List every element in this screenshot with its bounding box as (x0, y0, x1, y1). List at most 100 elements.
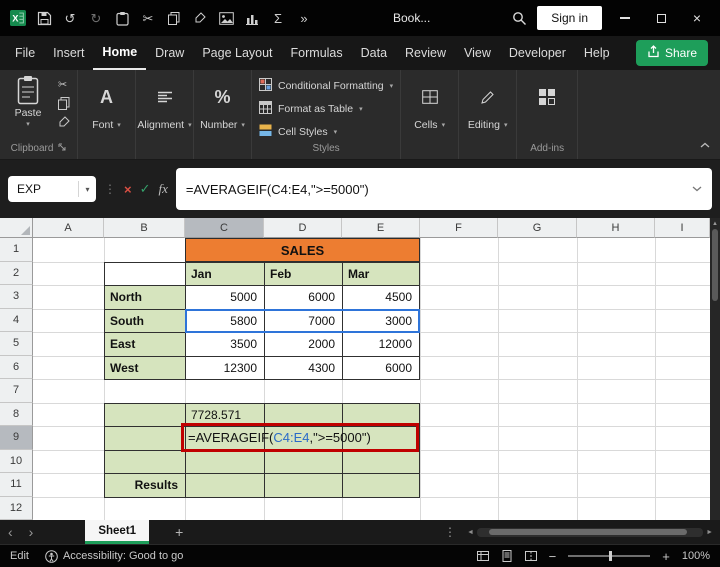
cell-B3[interactable]: North (104, 285, 185, 309)
cell-D5[interactable]: 2000 (264, 332, 342, 356)
formula-input[interactable]: =AVERAGEIF(C4:E4,">=5000") (176, 168, 712, 210)
font-group-button[interactable]: A Font▾ (78, 70, 136, 159)
column-header-d[interactable]: D (264, 218, 342, 238)
cell-E11[interactable] (342, 473, 419, 497)
name-box[interactable]: EXP ▾ (8, 176, 96, 202)
next-sheet-button[interactable]: › (21, 520, 42, 544)
column-header-a[interactable]: A (33, 218, 104, 238)
add-sheet-button[interactable]: + (163, 520, 195, 544)
more-commands-icon[interactable]: » (296, 9, 312, 27)
cell-C5[interactable]: 3500 (185, 332, 264, 356)
format-painter-icon[interactable] (192, 9, 208, 27)
column-header-g[interactable]: G (498, 218, 577, 238)
menu-review[interactable]: Review (396, 36, 455, 70)
row-header-9[interactable]: 9 (0, 426, 33, 450)
horizontal-scrollbar-track[interactable] (477, 528, 703, 537)
sign-in-button[interactable]: Sign in (537, 6, 602, 30)
menu-help[interactable]: Help (575, 36, 619, 70)
copy-icon[interactable] (166, 9, 182, 27)
horizontal-scrollbar[interactable]: ◄ ► (464, 520, 720, 544)
row-header-11[interactable]: 11 (0, 473, 33, 497)
column-header-f[interactable]: F (420, 218, 498, 238)
column-header-b[interactable]: B (104, 218, 185, 238)
cell-B8[interactable] (104, 403, 185, 427)
cell-C10[interactable] (185, 450, 264, 474)
enter-button[interactable]: ✓ (140, 181, 151, 197)
menu-file[interactable]: File (6, 36, 44, 70)
cell-C3[interactable]: 5000 (185, 285, 264, 309)
accessibility-status[interactable]: Accessibility: Good to go (63, 550, 183, 562)
chart-icon[interactable] (244, 9, 260, 27)
page-layout-view-button[interactable] (501, 550, 513, 562)
formula-bar-expand-icon[interactable] (692, 186, 702, 192)
cell-C11[interactable] (185, 473, 264, 497)
undo-icon[interactable]: ↺ (62, 9, 78, 27)
addins-button[interactable] (538, 79, 556, 115)
cell-E3[interactable]: 4500 (342, 285, 419, 309)
cell-C6[interactable]: 12300 (185, 356, 264, 380)
normal-view-button[interactable] (477, 550, 489, 562)
row-header-8[interactable]: 8 (0, 403, 33, 427)
cell-B11[interactable]: Results (104, 473, 185, 497)
cell-B2[interactable] (104, 262, 185, 286)
maximize-button[interactable] (648, 5, 674, 31)
zoom-level[interactable]: 100% (682, 550, 710, 562)
sheet-tab-sheet1[interactable]: Sheet1 (85, 520, 149, 544)
menu-page-layout[interactable]: Page Layout (193, 36, 281, 70)
menu-view[interactable]: View (455, 36, 500, 70)
picture-icon[interactable] (218, 9, 234, 27)
scroll-right-icon[interactable]: ► (703, 529, 716, 536)
row-header-10[interactable]: 10 (0, 450, 33, 474)
cells-group-button[interactable]: Cells▾ (401, 70, 459, 159)
cell-D3[interactable]: 6000 (264, 285, 342, 309)
row-header-4[interactable]: 4 (0, 309, 33, 333)
vertical-scrollbar-thumb[interactable] (712, 229, 718, 301)
menu-developer[interactable]: Developer (500, 36, 575, 70)
menu-formulas[interactable]: Formulas (282, 36, 352, 70)
cell-D2[interactable]: Feb (264, 262, 342, 286)
name-box-dropdown-icon[interactable]: ▾ (78, 181, 96, 197)
clipboard-dialog-launcher-icon[interactable] (58, 143, 66, 154)
autosum-icon[interactable]: Σ (270, 9, 286, 27)
cell-C2[interactable]: Jan (185, 262, 264, 286)
cell-E2[interactable]: Mar (342, 262, 419, 286)
format-as-table-button[interactable]: Format as Table ▾ (259, 101, 393, 117)
zoom-in-button[interactable]: + (662, 549, 670, 564)
format-painter-icon[interactable] (58, 116, 70, 128)
paste-icon[interactable] (114, 9, 130, 27)
cell-E5[interactable]: 12000 (342, 332, 419, 356)
cell-styles-button[interactable]: Cell Styles ▾ (259, 124, 393, 140)
cell-E10[interactable] (342, 450, 419, 474)
number-group-button[interactable]: % Number▾ (194, 70, 252, 159)
cancel-button[interactable]: × (124, 182, 132, 197)
vertical-scrollbar[interactable]: ▲ (710, 218, 720, 520)
cell-D10[interactable] (264, 450, 342, 474)
menu-home[interactable]: Home (93, 36, 146, 70)
sheet-tab-menu-icon[interactable]: ⋮ (436, 520, 464, 544)
cut-icon[interactable]: ✂ (140, 9, 156, 27)
column-header-i[interactable]: I (655, 218, 710, 238)
cell-B10[interactable] (104, 450, 185, 474)
collapse-ribbon-button[interactable] (700, 135, 710, 153)
cell-sales-header[interactable]: SALES (185, 238, 420, 262)
cell-E6[interactable]: 6000 (342, 356, 419, 380)
scroll-up-icon[interactable]: ▲ (712, 221, 718, 227)
cell-D11[interactable] (264, 473, 342, 497)
cell-B4[interactable]: South (104, 309, 185, 333)
minimize-button[interactable] (612, 5, 638, 31)
zoom-slider-thumb[interactable] (609, 551, 612, 561)
redo-icon[interactable]: ↻ (88, 9, 104, 27)
cell-B5[interactable]: East (104, 332, 185, 356)
scroll-left-icon[interactable]: ◄ (464, 529, 477, 536)
row-header-12[interactable]: 12 (0, 497, 33, 521)
editing-group-button[interactable]: Editing▾ (459, 70, 517, 159)
row-header-3[interactable]: 3 (0, 285, 33, 309)
insert-function-button[interactable]: fx (159, 181, 168, 197)
close-button[interactable]: × (684, 5, 710, 31)
paste-button[interactable]: Paste ▾ (7, 75, 49, 128)
cell-B6[interactable]: West (104, 356, 185, 380)
copy-icon[interactable] (58, 97, 70, 110)
previous-sheet-button[interactable]: ‹ (0, 520, 21, 544)
alignment-group-button[interactable]: Alignment▾ (136, 70, 194, 159)
row-header-5[interactable]: 5 (0, 332, 33, 356)
